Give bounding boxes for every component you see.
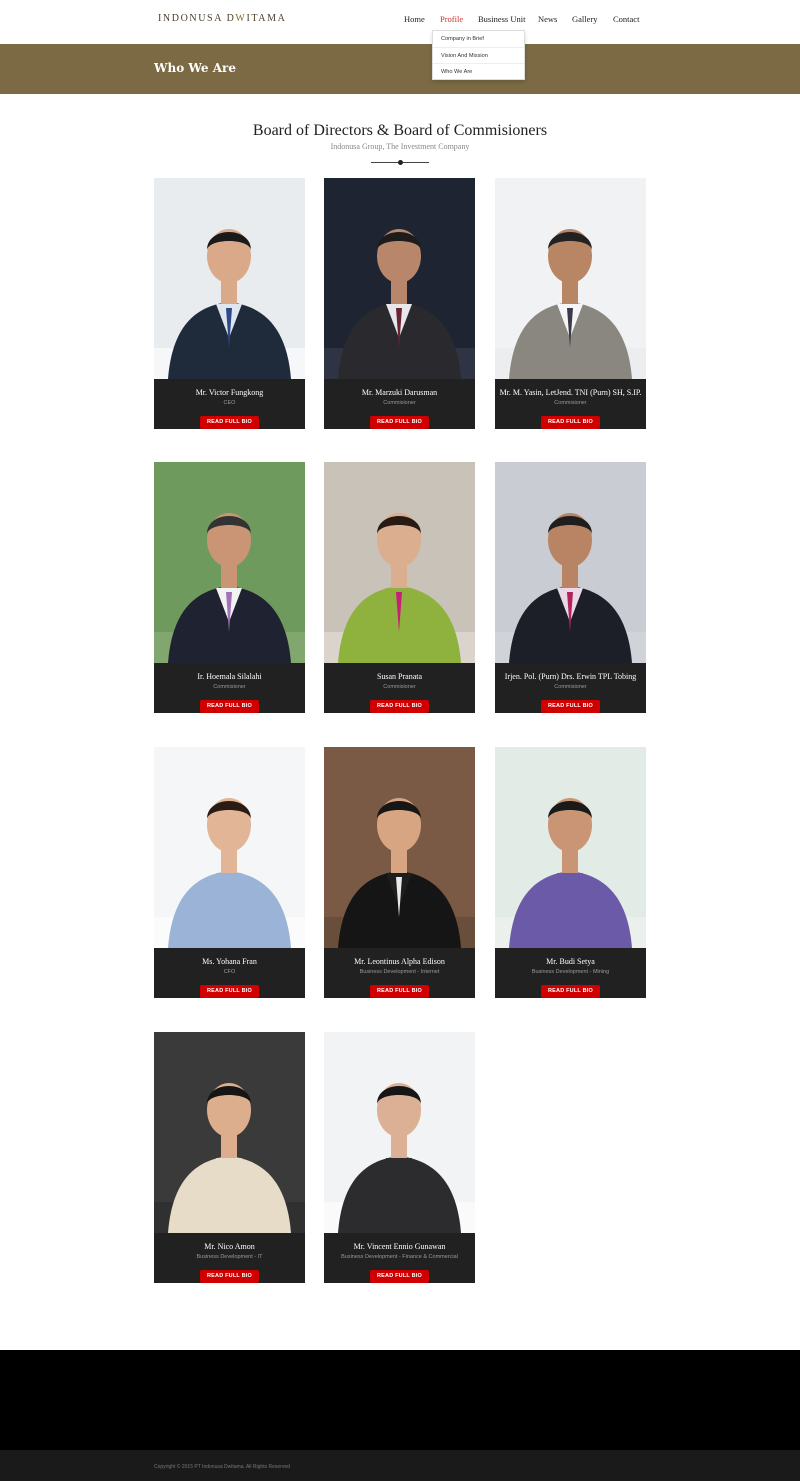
portrait-image: [495, 178, 646, 379]
profile-name: Ir. Hoemala Silalahi: [197, 672, 262, 681]
profile-photo[interactable]: [495, 178, 646, 379]
profile-role: Commisioner: [554, 400, 587, 406]
section-subtitle: Indonusa Group, The Investment Company: [330, 142, 470, 151]
profile-caption: Mr. Budi Setya Business Development - Min…: [495, 948, 646, 998]
portrait-image: [154, 747, 305, 948]
read-full-bio-button[interactable]: READ FULL BIO: [370, 985, 429, 998]
profile-photo[interactable]: [154, 1032, 305, 1233]
profile-caption: Mr. Nico Amon Business Development - IT RE…: [154, 1233, 305, 1283]
nav-home[interactable]: Home: [404, 14, 425, 24]
profile-photo[interactable]: [324, 1032, 475, 1233]
footer-bottom-bar: Copyright © 2015 PT Indonusa Dwitama. Al…: [0, 1450, 800, 1481]
profile-role: Commisioner: [383, 400, 416, 406]
profile-photo[interactable]: [154, 178, 305, 379]
profile-role: Business Development - Finance & Commerc…: [341, 1254, 458, 1260]
portrait-image: [154, 462, 305, 663]
profile-role: Business Development - Internet: [359, 969, 440, 975]
profile-card: Susan Pranata Commisioner READ FULL BIO: [324, 462, 475, 713]
section-title: Board of Directors & Board of Commisione…: [252, 122, 548, 139]
profile-card: Mr. Budi Setya Business Development - Min…: [495, 747, 646, 998]
profile-name: Mr. M. Yasin, LetJend. TNI (Purn) SH, S.…: [499, 388, 642, 397]
read-full-bio-button[interactable]: READ FULL BIO: [370, 1270, 429, 1283]
profile-card: Ir. Hoemala Silalahi Commisioner READ FULL…: [154, 462, 305, 713]
profile-caption: Ms. Yohana Fran CFO READ FULL BIO: [154, 948, 305, 998]
dropdown-item-who-we-are[interactable]: Who We Are: [433, 64, 524, 81]
profile-name: Mr. Marzuki Darusman: [361, 388, 438, 397]
site-header: INDONUSA DWITAMA Home Profile Business U…: [0, 0, 800, 44]
portrait-image: [324, 178, 475, 379]
profile-photo[interactable]: [324, 178, 475, 379]
portrait-image: [324, 747, 475, 948]
profile-role: Commisioner: [213, 684, 246, 690]
profile-photo[interactable]: [495, 747, 646, 948]
profile-caption: Irjen. Pol. (Purn) Drs. Erwin TPL Tobing…: [495, 663, 646, 713]
profile-card: Mr. Nico Amon Business Development - IT RE…: [154, 1032, 305, 1283]
profile-card: Mr. Leontinus Alpha Edison Business Devel…: [324, 747, 475, 998]
profile-name: Mr. Budi Setya: [546, 957, 595, 966]
copyright-text: Copyright © 2015 PT Indonusa Dwitama. Al…: [154, 1464, 290, 1470]
profile-name: Mr. Vincent Ennio Gunawan: [353, 1242, 446, 1251]
read-full-bio-button[interactable]: READ FULL BIO: [200, 416, 259, 429]
read-full-bio-button[interactable]: READ FULL BIO: [200, 985, 259, 998]
profile-role: Business Development - IT: [196, 1254, 263, 1260]
profile-caption: Mr. M. Yasin, LetJend. TNI (Purn) SH, S.…: [495, 379, 646, 429]
profile-role: Business Development - Mining: [531, 969, 610, 975]
profile-caption: Susan Pranata Commisioner READ FULL BIO: [324, 663, 475, 713]
profile-caption: Ir. Hoemala Silalahi Commisioner READ FULL…: [154, 663, 305, 713]
profile-caption: Mr. Marzuki Darusman Commisioner READ FULL…: [324, 379, 475, 429]
profile-card: Mr. Vincent Ennio Gunawan Business Develo…: [324, 1032, 475, 1283]
profile-photo[interactable]: [154, 747, 305, 948]
profile-card: Irjen. Pol. (Purn) Drs. Erwin TPL Tobing…: [495, 462, 646, 713]
divider-dot: [398, 160, 403, 165]
profile-photo[interactable]: [324, 747, 475, 948]
portrait-image: [154, 178, 305, 379]
profile-dropdown-menu: Company in Brief Vision And Mission Who …: [432, 30, 525, 80]
profile-role: Commisioner: [383, 684, 416, 690]
profile-card: Ms. Yohana Fran CFO READ FULL BIO: [154, 747, 305, 998]
profile-role: Commisioner: [554, 684, 587, 690]
profile-photo[interactable]: [154, 462, 305, 663]
profile-name: Mr. Victor Fungkong: [195, 388, 264, 397]
footer: [0, 1350, 800, 1450]
read-full-bio-button[interactable]: READ FULL BIO: [541, 985, 600, 998]
main-nav: Home Profile Business Unit News Gallery …: [0, 14, 800, 28]
profile-name: Mr. Leontinus Alpha Edison: [354, 957, 445, 966]
read-full-bio-button[interactable]: READ FULL BIO: [200, 700, 259, 713]
profile-name: Mr. Nico Amon: [204, 1242, 255, 1251]
profile-card: Mr. Victor Fungkong CEO READ FULL BIO: [154, 178, 305, 429]
profile-card: Mr. Marzuki Darusman Commisioner READ FULL…: [324, 178, 475, 429]
read-full-bio-button[interactable]: READ FULL BIO: [541, 416, 600, 429]
profile-card: Mr. M. Yasin, LetJend. TNI (Purn) SH, S.…: [495, 178, 646, 429]
dropdown-item-vision-and-mission[interactable]: Vision And Mission: [433, 48, 524, 65]
page-title: Who We Are: [154, 61, 236, 75]
profile-name: Irjen. Pol. (Purn) Drs. Erwin TPL Tobing: [504, 672, 637, 681]
portrait-image: [495, 747, 646, 948]
profile-photo[interactable]: [495, 462, 646, 663]
nav-profile[interactable]: Profile: [440, 14, 463, 24]
portrait-image: [154, 1032, 305, 1233]
profile-photo[interactable]: [324, 462, 475, 663]
nav-gallery[interactable]: Gallery: [572, 14, 598, 24]
profile-role: CFO: [223, 969, 236, 975]
read-full-bio-button[interactable]: READ FULL BIO: [370, 700, 429, 713]
profile-caption: Mr. Leontinus Alpha Edison Business Devel…: [324, 948, 475, 998]
profile-name: Ms. Yohana Fran: [202, 957, 257, 966]
profile-role: CEO: [223, 400, 236, 406]
page-title-band: Who We Are: [0, 44, 800, 94]
read-full-bio-button[interactable]: READ FULL BIO: [541, 700, 600, 713]
profile-caption: Mr. Vincent Ennio Gunawan Business Develo…: [324, 1233, 475, 1283]
nav-contact[interactable]: Contact: [613, 14, 639, 24]
read-full-bio-button[interactable]: READ FULL BIO: [200, 1270, 259, 1283]
read-full-bio-button[interactable]: READ FULL BIO: [370, 416, 429, 429]
portrait-image: [324, 462, 475, 663]
portrait-image: [495, 462, 646, 663]
portrait-image: [324, 1032, 475, 1233]
profile-name: Susan Pranata: [376, 672, 423, 681]
dropdown-item-company-in-brief[interactable]: Company in Brief: [433, 31, 524, 48]
nav-news[interactable]: News: [538, 14, 557, 24]
profile-caption: Mr. Victor Fungkong CEO READ FULL BIO: [154, 379, 305, 429]
nav-business-unit[interactable]: Business Unit: [478, 14, 525, 24]
